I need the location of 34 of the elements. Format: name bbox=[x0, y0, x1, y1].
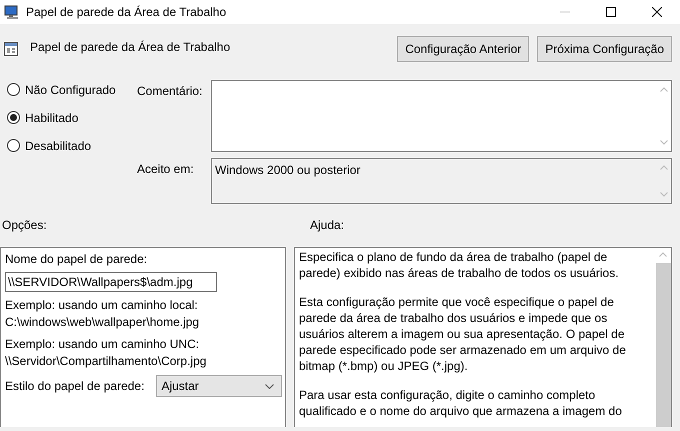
window-title: Papel de parede da Área de Trabalho bbox=[26, 5, 226, 19]
scroll-down-icon[interactable] bbox=[660, 192, 668, 197]
navigation-button[interactable]: Próxima Configuração bbox=[537, 36, 672, 62]
scroll-up-icon[interactable] bbox=[660, 87, 668, 92]
wallpaper-style-dropdown[interactable]: Ajustar bbox=[156, 375, 282, 397]
radio-button[interactable] bbox=[7, 83, 20, 96]
scroll-up-icon[interactable] bbox=[660, 165, 668, 170]
help-paragraph: Esta configuração permite que você especifique o papel de parede da área de trabalho dos usuários e impede que os usuários alterem a imagem ou sua apresentação. O papel de parede especificado pode ser armazenado em um arquivo de bitmap (*.bmp) ou JPEG (*.jpg). bbox=[299, 294, 627, 374]
scroll-up-icon[interactable] bbox=[659, 252, 667, 257]
radio-button[interactable] bbox=[7, 111, 20, 124]
help-paragraph: Especifica o plano de fundo da área de trabalho (papel de parede) exibido nas áreas de trabalho de todos os usuários. bbox=[299, 249, 620, 281]
radio-button[interactable] bbox=[7, 139, 20, 152]
policy-icon bbox=[4, 42, 18, 56]
navigation-button[interactable]: Configuração Anterior bbox=[397, 36, 530, 62]
field-label: Comentário: bbox=[137, 83, 204, 100]
field-label: Nome do papel de parede: bbox=[5, 251, 148, 268]
computer-icon bbox=[4, 4, 20, 20]
scrollbar-thumb[interactable] bbox=[656, 263, 670, 427]
policy-title: Papel de parede da Área de Trabalho bbox=[30, 40, 230, 54]
section-label: Opções: bbox=[1, 218, 48, 234]
example-text: Exemplo: usando um caminho UNC: \\Servidor\Compartilhamento\Corp.jpg bbox=[5, 336, 208, 370]
radio-option[interactable]: Habilitado bbox=[7, 108, 137, 127]
radio-option[interactable]: Não Configurado bbox=[7, 80, 137, 99]
chevron-down-icon bbox=[265, 384, 274, 388]
help-paragraph: Para usar esta configuração, digite o caminho completo qualificado e o nome do arquivo que armazena a imagem do bbox=[299, 387, 623, 419]
supported-on-text: Windows 2000 ou posterior bbox=[214, 162, 362, 179]
section-label: Ajuda: bbox=[310, 218, 344, 234]
field-label: Aceito em: bbox=[137, 161, 195, 178]
example-text: Exemplo: usando um caminho local: C:\windows\web\wallpaper\home.jpg bbox=[5, 297, 200, 331]
field-label: Estilo do papel de parede: bbox=[5, 378, 144, 394]
scroll-down-icon[interactable] bbox=[660, 140, 668, 145]
radio-option[interactable]: Desabilitado bbox=[7, 136, 137, 155]
wallpaper-name-field[interactable]: \\SERVIDOR\Wallpapers$\adm.jpg bbox=[5, 272, 217, 292]
comment-field[interactable] bbox=[211, 80, 672, 152]
